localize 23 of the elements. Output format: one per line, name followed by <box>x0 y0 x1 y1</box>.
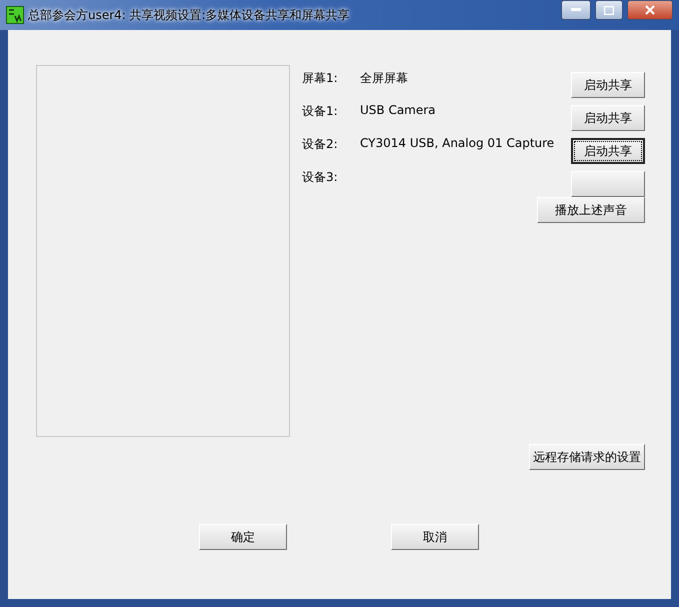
device-name: 全屏屏幕 <box>360 70 409 87</box>
maximize-icon <box>604 6 614 14</box>
close-button[interactable] <box>627 0 673 20</box>
share-button[interactable]: 启动共享 <box>571 72 645 98</box>
ok-button[interactable]: 确定 <box>199 524 287 550</box>
device-label: 设备2: <box>302 136 339 153</box>
close-icon <box>645 5 655 15</box>
remote-storage-settings-button[interactable]: 远程存储请求的设置 <box>529 444 645 470</box>
play-sound-button[interactable]: 播放上述声音 <box>537 197 645 223</box>
device-name: USB Camera <box>360 102 437 117</box>
device-label: 屏幕1: <box>302 70 339 87</box>
device-name: CY3014 USB, Analog 01 Capture <box>360 135 556 150</box>
share-button[interactable]: 启动共享 <box>571 138 645 164</box>
window-title: 总部参会方user4: 共享视频设置:多媒体设备共享和屏幕共享 <box>28 6 351 24</box>
device-label: 设备1: <box>302 103 339 120</box>
minimize-button[interactable] <box>561 0 591 20</box>
maximize-button[interactable] <box>595 0 623 20</box>
minimize-icon <box>571 8 581 12</box>
cancel-button[interactable]: 取消 <box>391 524 479 550</box>
device-label: 设备3: <box>302 169 339 186</box>
share-button[interactable] <box>571 171 645 197</box>
share-button[interactable]: 启动共享 <box>571 105 645 131</box>
app-icon <box>6 6 24 24</box>
